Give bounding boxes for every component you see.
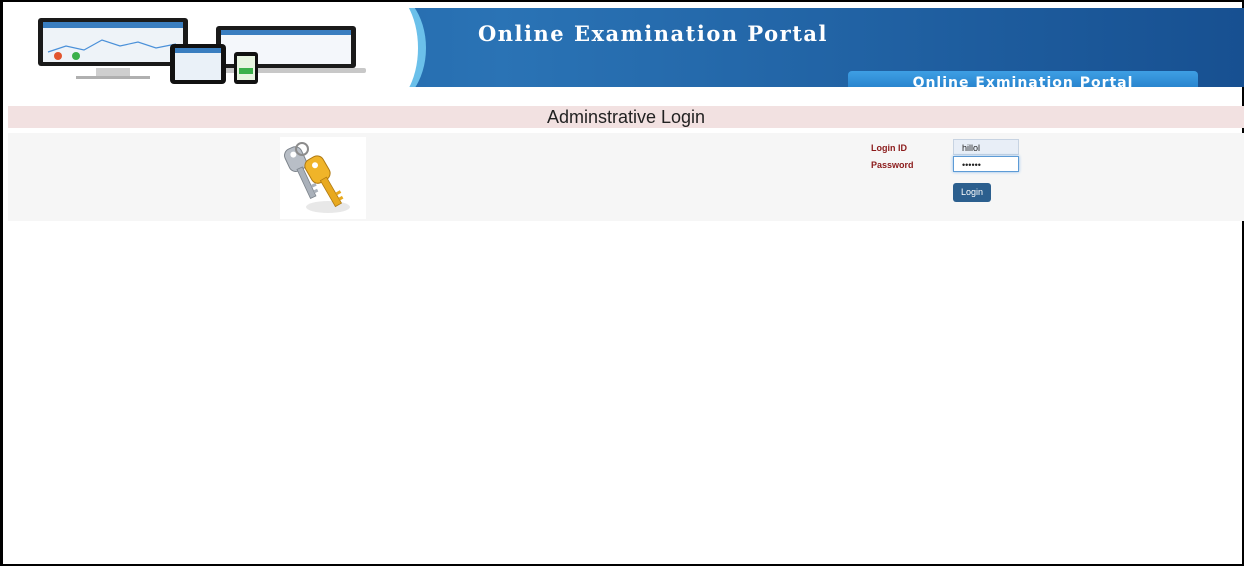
devices-logo	[38, 18, 366, 84]
keys-icon	[284, 142, 350, 213]
portal-tab: Online Exmination Portal	[848, 71, 1198, 87]
login-id-label: Login ID	[871, 143, 907, 153]
login-button[interactable]: Login	[953, 183, 991, 202]
login-id-field[interactable]: hillol	[953, 139, 1019, 155]
page-title: Adminstrative Login	[8, 106, 1244, 128]
header-banner: Online Examination Portal Online Exminat…	[8, 8, 1244, 87]
password-label: Password	[871, 160, 914, 170]
login-panel: Login ID hillol Password •••••• Login	[8, 133, 1244, 221]
keys-image	[280, 137, 366, 219]
password-field[interactable]: ••••••	[953, 156, 1019, 172]
portal-title: Online Examination Portal	[478, 21, 829, 46]
